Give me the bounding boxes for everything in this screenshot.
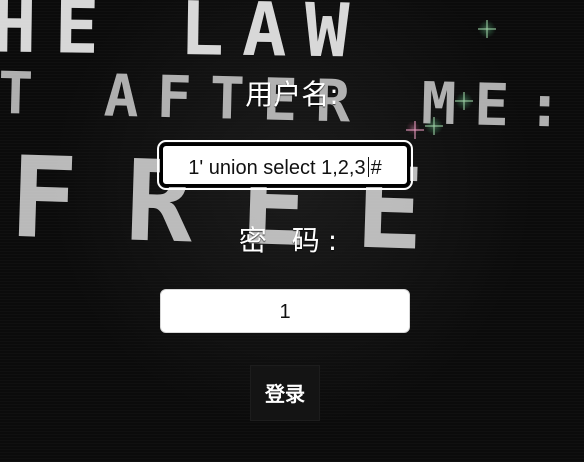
password-label: 密 码: (238, 224, 346, 257)
password-input-value: 1 (279, 301, 291, 323)
login-page: HE LAW T AFTER ME: FREE 用户名: 1' union se… (0, 0, 584, 462)
username-input-value: 1' union select 1,2,3 (188, 157, 366, 179)
sparkle-icon (406, 121, 424, 139)
username-label: 用户名: (245, 78, 339, 111)
login-button-label: 登录 (265, 382, 305, 406)
sparkle-icon (478, 20, 496, 38)
username-input-value-after-caret: # (370, 157, 382, 179)
background-poster-text-line-1: HE LAW (0, 0, 368, 75)
login-button[interactable]: 登录 (250, 365, 320, 421)
password-input[interactable]: 1 (160, 289, 410, 333)
text-caret (367, 157, 369, 177)
username-input[interactable]: 1' union select 1,2,3 # (157, 140, 413, 190)
sparkle-icon (425, 117, 443, 135)
